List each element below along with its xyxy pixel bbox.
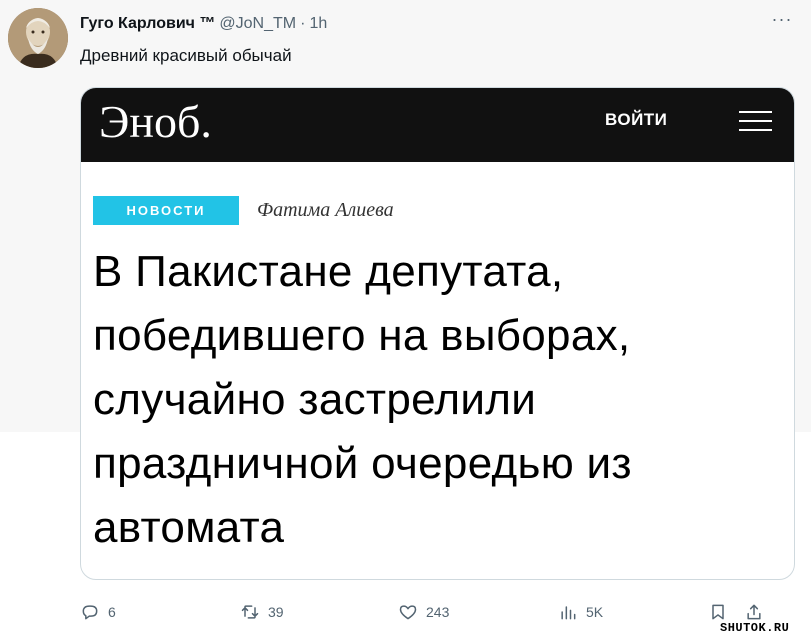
avatar[interactable] bbox=[8, 8, 68, 68]
reply-count: 6 bbox=[108, 604, 116, 620]
media-card[interactable]: Эноб. ВОЙТИ НОВОСТИ Фатима Алиева В Паки… bbox=[80, 87, 795, 580]
retweet-icon bbox=[241, 605, 259, 619]
menu-icon bbox=[739, 109, 772, 133]
retweet-count: 39 bbox=[268, 604, 284, 620]
site-logo: Эноб. bbox=[99, 96, 212, 147]
author-handle[interactable]: @JoN_TM bbox=[219, 15, 296, 33]
reply-button[interactable]: 6 bbox=[80, 598, 116, 626]
site-header-bar: Эноб. ВОЙТИ bbox=[81, 88, 794, 162]
share-icon bbox=[747, 604, 761, 620]
reply-icon bbox=[82, 605, 98, 620]
views-button[interactable]: 5K bbox=[558, 598, 603, 626]
like-count: 243 bbox=[426, 604, 450, 620]
author-name[interactable]: Гуго Карлович ™ bbox=[80, 15, 215, 33]
watermark: SHUTOK.RU bbox=[720, 621, 790, 635]
header-separator: · bbox=[300, 15, 306, 32]
views-icon bbox=[561, 606, 576, 620]
tweet-text: Древний красивый обычай bbox=[80, 46, 292, 65]
avatar-portrait-icon bbox=[8, 8, 68, 68]
article-meta: НОВОСТИ Фатима Алиева bbox=[93, 192, 394, 228]
article-byline: Фатима Алиева bbox=[257, 198, 394, 221]
tweet-header: Гуго Карлович ™ @JoN_TM · 1h bbox=[80, 13, 327, 35]
tweet-time[interactable]: 1h bbox=[309, 15, 327, 33]
more-options-button[interactable]: ··· bbox=[770, 10, 794, 32]
news-badge: НОВОСТИ bbox=[93, 195, 239, 225]
views-count: 5K bbox=[586, 604, 604, 620]
article-headline: В Пакистане депутата, победившего на выб… bbox=[93, 247, 632, 552]
like-icon bbox=[399, 605, 417, 620]
retweet-button[interactable]: 39 bbox=[240, 598, 284, 626]
bookmark-icon bbox=[712, 604, 724, 620]
login-link: ВОЙТИ bbox=[605, 110, 668, 129]
like-button[interactable]: 243 bbox=[398, 598, 449, 626]
tweet-actions: 6 39 243 5K bbox=[80, 598, 795, 626]
tweet[interactable]: Гуго Карлович ™ @JoN_TM · 1h ··· Древний… bbox=[0, 0, 811, 644]
